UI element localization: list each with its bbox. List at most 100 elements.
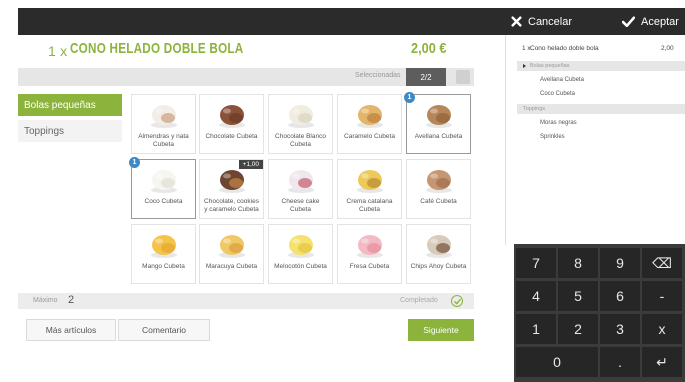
minus-key[interactable]: - bbox=[642, 281, 682, 311]
key-6[interactable]: 6 bbox=[600, 281, 640, 311]
selection-label: Seleccionadas bbox=[355, 72, 401, 79]
chips-ahoy-icecream-icon bbox=[422, 229, 456, 259]
product-header: 1 x CONO HELADO DOBLE BOLA 2,00 € bbox=[18, 35, 490, 68]
order-group-label: Bolas pequeñas bbox=[530, 63, 570, 69]
product-tile[interactable]: Fresa Cubeta bbox=[337, 224, 402, 284]
multiply-key[interactable]: x bbox=[642, 314, 682, 344]
accept-button[interactable]: Aceptar bbox=[622, 8, 679, 35]
product-label: Fresa Cubeta bbox=[349, 263, 390, 270]
mango-icecream-icon bbox=[147, 229, 181, 259]
product-label: Coco Cubeta bbox=[144, 198, 183, 205]
key-0[interactable]: 0 bbox=[516, 347, 598, 377]
selected-count-badge: 1 bbox=[404, 92, 415, 103]
peach-icecream-icon bbox=[284, 229, 318, 259]
hazelnut-icecream-icon bbox=[422, 99, 456, 129]
product-label: Cheese cake Cubeta bbox=[281, 198, 320, 213]
order-item[interactable]: Coco Cubeta bbox=[540, 91, 575, 97]
product-label: Chocolate Blanco Cubeta bbox=[275, 133, 326, 148]
product-tile[interactable]: Almendras y nata Cubeta bbox=[131, 94, 196, 154]
completed-label: Completado bbox=[400, 297, 438, 304]
product-label: Avellana Cubeta bbox=[414, 133, 463, 140]
product-label: Almendras y nata Cubeta bbox=[138, 133, 189, 148]
product-tile[interactable]: Melocotón Cubeta bbox=[268, 224, 333, 284]
decimal-key[interactable]: . bbox=[600, 347, 640, 377]
comment-button[interactable]: Comentario bbox=[118, 319, 210, 341]
order-group-toppings[interactable]: Toppings bbox=[517, 104, 685, 114]
cancel-button[interactable]: Cancelar bbox=[511, 8, 572, 35]
order-group-label: Toppings bbox=[523, 106, 546, 112]
product-label: Crema catalana Cubeta bbox=[346, 198, 393, 213]
key-2[interactable]: 2 bbox=[558, 314, 598, 344]
order-item[interactable]: Moras negras bbox=[540, 120, 577, 126]
product-label: Chocolate Cubeta bbox=[205, 133, 258, 140]
product-tile[interactable]: Cheese cake Cubeta bbox=[268, 159, 333, 219]
product-tile[interactable]: Caramelo Cubeta bbox=[337, 94, 402, 154]
category-label: Toppings bbox=[24, 125, 65, 137]
order-summary-panel: 1 x Cono helado doble bola 2,00 Bolas pe… bbox=[505, 35, 685, 245]
key-1[interactable]: 1 bbox=[516, 314, 556, 344]
selection-bar: Seleccionadas 2/2 bbox=[18, 68, 474, 86]
product-label: Mango Cubeta bbox=[142, 263, 185, 270]
almond-cream-icecream-icon bbox=[147, 99, 181, 129]
product-label: Café Cubeta bbox=[420, 198, 457, 205]
order-group-bolas-pequenas[interactable]: Bolas pequeñas bbox=[517, 61, 685, 71]
next-label: Siguiente bbox=[423, 325, 459, 335]
category-toppings[interactable]: Toppings bbox=[18, 120, 122, 142]
comment-label: Comentario bbox=[142, 325, 186, 335]
product-name: CONO HELADO DOBLE BOLA bbox=[70, 40, 244, 57]
product-label: Chocolate, cookies y caramelo Cubeta bbox=[204, 198, 259, 213]
status-bar: Máximo 2 Completado bbox=[18, 293, 474, 309]
coconut-icecream-icon bbox=[147, 164, 181, 194]
selected-count-badge: 1 bbox=[129, 157, 140, 168]
key-5[interactable]: 5 bbox=[558, 281, 598, 311]
product-label: Maracuya Cubeta bbox=[205, 263, 258, 270]
close-icon bbox=[511, 16, 522, 27]
product-tile[interactable]: Chocolate Blanco Cubeta bbox=[268, 94, 333, 154]
triangle-right-icon bbox=[523, 63, 526, 68]
product-quantity: 1 x bbox=[48, 43, 68, 59]
numeric-keypad: 7 8 9 ⌫ 4 5 6- 1 2 3 x 0. ↵ bbox=[514, 244, 685, 382]
more-items-button[interactable]: Más artículos bbox=[26, 319, 116, 341]
key-8[interactable]: 8 bbox=[558, 248, 598, 278]
cheesecake-icecream-icon bbox=[284, 164, 318, 194]
selection-scroll-button[interactable] bbox=[456, 70, 470, 84]
order-item[interactable]: Sprinkles bbox=[540, 134, 565, 140]
order-item[interactable]: Avellana Cubeta bbox=[540, 77, 584, 83]
product-tile[interactable]: Maracuya Cubeta bbox=[199, 224, 264, 284]
enter-key[interactable]: ↵ bbox=[642, 347, 682, 377]
product-tile[interactable]: Coco Cubeta 1 bbox=[129, 157, 196, 219]
key-9[interactable]: 9 bbox=[600, 248, 640, 278]
coffee-icecream-icon bbox=[422, 164, 456, 194]
key-3[interactable]: 3 bbox=[600, 314, 640, 344]
product-tile[interactable]: Avellana Cubeta 1 bbox=[404, 92, 471, 154]
cancel-label: Cancelar bbox=[528, 15, 573, 28]
product-tile[interactable]: Chocolate, cookies y caramelo Cubeta +1,0… bbox=[199, 159, 264, 219]
passion-fruit-icecream-icon bbox=[215, 229, 249, 259]
product-tile[interactable]: Mango Cubeta bbox=[131, 224, 196, 284]
check-circle-icon bbox=[451, 295, 463, 307]
chocolate-icecream-icon bbox=[215, 99, 249, 129]
caramel-icecream-icon bbox=[353, 99, 387, 129]
catalan-cream-icecream-icon bbox=[353, 164, 387, 194]
next-button[interactable]: Siguiente bbox=[408, 319, 474, 341]
top-bar: Cancelar Aceptar bbox=[18, 8, 685, 35]
accept-label: Aceptar bbox=[641, 15, 679, 28]
order-product-price: 2,00 bbox=[661, 45, 674, 52]
max-label: Máximo bbox=[33, 297, 58, 304]
key-4[interactable]: 4 bbox=[516, 281, 556, 311]
product-tile[interactable]: Chips Ahoy Cubeta bbox=[406, 224, 471, 284]
product-label: Chips Ahoy Cubeta bbox=[410, 263, 467, 270]
key-7[interactable]: 7 bbox=[516, 248, 556, 278]
product-tile[interactable]: Chocolate Cubeta bbox=[199, 94, 264, 154]
strawberry-icecream-icon bbox=[353, 229, 387, 259]
product-tile[interactable]: Crema catalana Cubeta bbox=[337, 159, 402, 219]
max-value: 2 bbox=[68, 294, 75, 306]
selection-count: 2/2 bbox=[406, 68, 446, 86]
product-label: Melocotón Cubeta bbox=[274, 263, 327, 270]
backspace-key[interactable]: ⌫ bbox=[642, 248, 682, 278]
category-label: Bolas pequeñas bbox=[24, 99, 96, 111]
checkmark-icon bbox=[622, 16, 635, 27]
category-bolas-pequenas[interactable]: Bolas pequeñas bbox=[18, 94, 122, 116]
product-tile[interactable]: Café Cubeta bbox=[406, 159, 471, 219]
product-label: Caramelo Cubeta bbox=[344, 133, 395, 140]
